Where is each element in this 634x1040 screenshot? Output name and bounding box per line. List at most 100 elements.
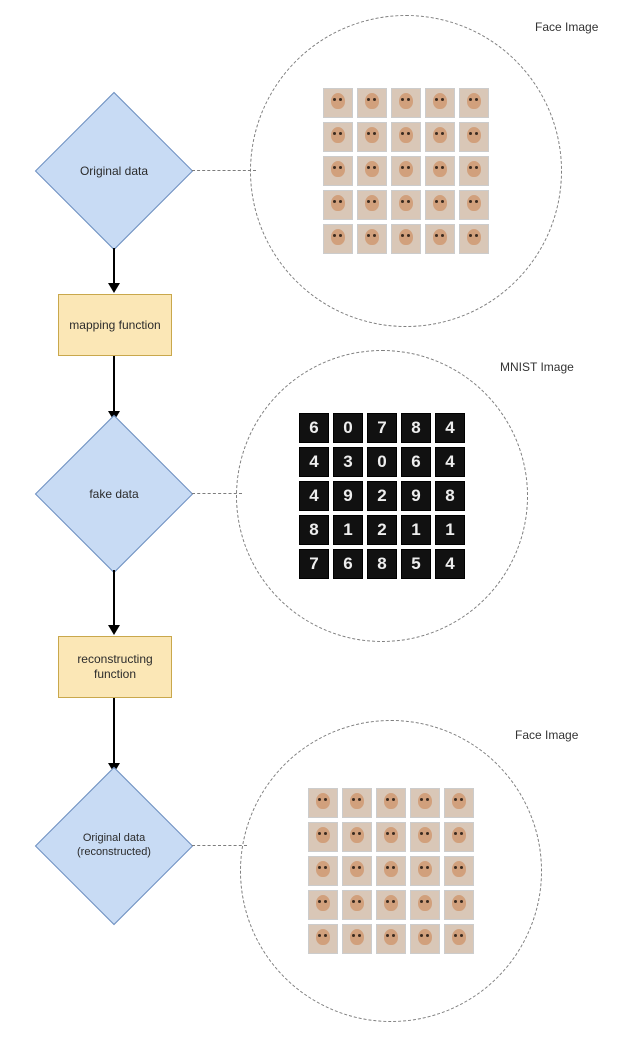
mnist-tile: 2	[367, 515, 397, 545]
callout-mnist-title: MNIST Image	[500, 360, 574, 374]
face-tile	[459, 190, 489, 220]
callout-face-bot	[240, 720, 542, 1022]
mnist-tile: 8	[299, 515, 329, 545]
node-original-data: Original data	[35, 92, 193, 250]
face-tile	[410, 890, 440, 920]
mnist-tile: 6	[299, 413, 329, 443]
face-tile	[376, 924, 406, 954]
face-tile	[425, 122, 455, 152]
face-tile	[323, 88, 353, 118]
face-tile	[308, 822, 338, 852]
callout-mnist: 6078443064492988121176854	[236, 350, 528, 642]
face-tile	[376, 822, 406, 852]
face-tile	[459, 122, 489, 152]
mnist-tile: 5	[401, 549, 431, 579]
face-tile	[391, 88, 421, 118]
dashed-connector-bot	[192, 845, 247, 846]
mnist-tile: 4	[299, 481, 329, 511]
mnist-tile: 8	[401, 413, 431, 443]
node-mapping-function-label: mapping function	[69, 318, 160, 333]
face-grid-bot	[308, 788, 474, 954]
face-tile	[342, 924, 372, 954]
face-tile	[391, 156, 421, 186]
mnist-tile: 9	[401, 481, 431, 511]
face-tile	[357, 224, 387, 254]
face-tile	[425, 190, 455, 220]
mnist-tile: 4	[435, 413, 465, 443]
node-original-data-label: Original data	[59, 116, 169, 226]
mnist-tile: 4	[299, 447, 329, 477]
face-grid-top	[323, 88, 489, 254]
face-tile	[376, 788, 406, 818]
node-fake-data: fake data	[35, 415, 193, 573]
face-tile	[391, 224, 421, 254]
face-tile	[459, 224, 489, 254]
face-tile	[308, 890, 338, 920]
face-tile	[342, 822, 372, 852]
mnist-tile: 7	[367, 413, 397, 443]
face-tile	[323, 122, 353, 152]
face-tile	[444, 788, 474, 818]
face-tile	[459, 156, 489, 186]
callout-face-top-title: Face Image	[535, 20, 598, 34]
mnist-grid: 6078443064492988121176854	[299, 413, 465, 579]
mnist-tile: 1	[333, 515, 363, 545]
face-tile	[357, 156, 387, 186]
mnist-tile: 0	[367, 447, 397, 477]
mnist-tile: 7	[299, 549, 329, 579]
mnist-tile: 4	[435, 447, 465, 477]
callout-face-bot-title: Face Image	[515, 728, 578, 742]
mnist-tile: 9	[333, 481, 363, 511]
face-tile	[308, 788, 338, 818]
mnist-tile: 1	[401, 515, 431, 545]
face-tile	[425, 156, 455, 186]
node-reconstructing-function-label: reconstructing function	[59, 652, 171, 682]
face-tile	[410, 822, 440, 852]
node-reconstructing-function: reconstructing function	[58, 636, 172, 698]
mnist-tile: 6	[333, 549, 363, 579]
mnist-tile: 2	[367, 481, 397, 511]
face-tile	[376, 890, 406, 920]
face-tile	[410, 788, 440, 818]
node-mapping-function: mapping function	[58, 294, 172, 356]
mnist-tile: 4	[435, 549, 465, 579]
arrow-3-line	[113, 570, 115, 625]
arrow-3-head	[108, 625, 120, 635]
dashed-connector-top	[192, 170, 256, 171]
face-tile	[391, 122, 421, 152]
face-tile	[357, 88, 387, 118]
node-reconstructed-data: Original data (reconstructed)	[35, 767, 193, 925]
node-reconstructed-data-label: Original data (reconstructed)	[59, 791, 169, 901]
callout-face-top	[250, 15, 562, 327]
mnist-tile: 8	[367, 549, 397, 579]
face-tile	[444, 822, 474, 852]
face-tile	[444, 890, 474, 920]
face-tile	[342, 856, 372, 886]
mnist-tile: 6	[401, 447, 431, 477]
face-tile	[357, 190, 387, 220]
face-tile	[323, 190, 353, 220]
face-tile	[323, 156, 353, 186]
arrow-1-line	[113, 248, 115, 283]
face-tile	[391, 190, 421, 220]
face-tile	[444, 856, 474, 886]
face-tile	[425, 224, 455, 254]
face-tile	[459, 88, 489, 118]
face-tile	[410, 924, 440, 954]
face-tile	[357, 122, 387, 152]
dashed-connector-mid	[192, 493, 242, 494]
mnist-tile: 3	[333, 447, 363, 477]
face-tile	[425, 88, 455, 118]
face-tile	[308, 924, 338, 954]
mnist-tile: 8	[435, 481, 465, 511]
face-tile	[410, 856, 440, 886]
arrow-4-line	[113, 698, 115, 763]
mnist-tile: 1	[435, 515, 465, 545]
face-tile	[323, 224, 353, 254]
mnist-tile: 0	[333, 413, 363, 443]
arrow-2-line	[113, 356, 115, 411]
face-tile	[444, 924, 474, 954]
face-tile	[342, 788, 372, 818]
node-fake-data-label: fake data	[59, 439, 169, 549]
face-tile	[342, 890, 372, 920]
